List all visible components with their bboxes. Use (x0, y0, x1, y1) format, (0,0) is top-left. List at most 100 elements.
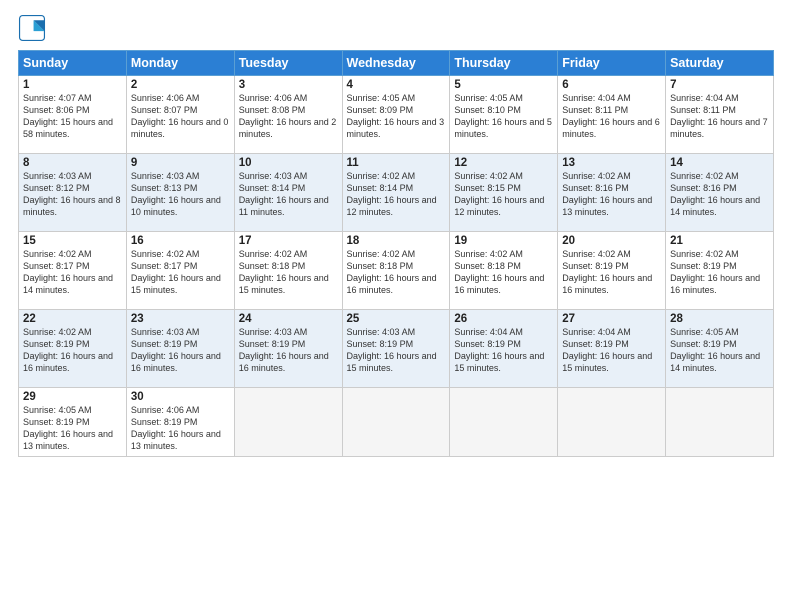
calendar-header-row: SundayMondayTuesdayWednesdayThursdayFrid… (19, 51, 774, 76)
weekday-header: Thursday (450, 51, 558, 76)
weekday-header: Sunday (19, 51, 127, 76)
calendar-day-cell: 20 Sunrise: 4:02 AMSunset: 8:19 PMDaylig… (558, 232, 666, 310)
calendar-day-cell: 26 Sunrise: 4:04 AMSunset: 8:19 PMDaylig… (450, 310, 558, 388)
day-info: Sunrise: 4:02 AMSunset: 8:18 PMDaylight:… (239, 249, 329, 295)
day-info: Sunrise: 4:02 AMSunset: 8:14 PMDaylight:… (347, 171, 437, 217)
day-info: Sunrise: 4:02 AMSunset: 8:15 PMDaylight:… (454, 171, 544, 217)
day-info: Sunrise: 4:04 AMSunset: 8:11 PMDaylight:… (670, 93, 768, 139)
day-info: Sunrise: 4:03 AMSunset: 8:19 PMDaylight:… (239, 327, 329, 373)
day-info: Sunrise: 4:03 AMSunset: 8:19 PMDaylight:… (347, 327, 437, 373)
calendar-day-cell (234, 388, 342, 457)
day-number: 15 (23, 235, 122, 247)
page: SundayMondayTuesdayWednesdayThursdayFrid… (0, 0, 792, 612)
calendar-week-row: 29 Sunrise: 4:05 AMSunset: 8:19 PMDaylig… (19, 388, 774, 457)
calendar-day-cell: 13 Sunrise: 4:02 AMSunset: 8:16 PMDaylig… (558, 154, 666, 232)
day-number: 27 (562, 313, 661, 325)
day-number: 12 (454, 157, 553, 169)
calendar-day-cell: 22 Sunrise: 4:02 AMSunset: 8:19 PMDaylig… (19, 310, 127, 388)
day-number: 26 (454, 313, 553, 325)
calendar-day-cell: 16 Sunrise: 4:02 AMSunset: 8:17 PMDaylig… (126, 232, 234, 310)
day-info: Sunrise: 4:06 AMSunset: 8:08 PMDaylight:… (239, 93, 337, 139)
calendar-table: SundayMondayTuesdayWednesdayThursdayFrid… (18, 50, 774, 457)
calendar-day-cell (558, 388, 666, 457)
calendar-day-cell: 5 Sunrise: 4:05 AMSunset: 8:10 PMDayligh… (450, 76, 558, 154)
calendar-day-cell (342, 388, 450, 457)
day-number: 29 (23, 391, 122, 403)
day-info: Sunrise: 4:02 AMSunset: 8:18 PMDaylight:… (454, 249, 544, 295)
day-number: 21 (670, 235, 769, 247)
day-info: Sunrise: 4:02 AMSunset: 8:16 PMDaylight:… (670, 171, 760, 217)
day-number: 11 (347, 157, 446, 169)
day-number: 7 (670, 79, 769, 91)
calendar-day-cell: 21 Sunrise: 4:02 AMSunset: 8:19 PMDaylig… (666, 232, 774, 310)
day-info: Sunrise: 4:04 AMSunset: 8:11 PMDaylight:… (562, 93, 660, 139)
calendar-day-cell: 17 Sunrise: 4:02 AMSunset: 8:18 PMDaylig… (234, 232, 342, 310)
weekday-header: Monday (126, 51, 234, 76)
day-info: Sunrise: 4:04 AMSunset: 8:19 PMDaylight:… (562, 327, 652, 373)
calendar-day-cell: 10 Sunrise: 4:03 AMSunset: 8:14 PMDaylig… (234, 154, 342, 232)
day-info: Sunrise: 4:02 AMSunset: 8:17 PMDaylight:… (131, 249, 221, 295)
day-info: Sunrise: 4:06 AMSunset: 8:07 PMDaylight:… (131, 93, 229, 139)
calendar-day-cell: 1 Sunrise: 4:07 AMSunset: 8:06 PMDayligh… (19, 76, 127, 154)
calendar-day-cell: 15 Sunrise: 4:02 AMSunset: 8:17 PMDaylig… (19, 232, 127, 310)
day-number: 1 (23, 79, 122, 91)
day-info: Sunrise: 4:05 AMSunset: 8:09 PMDaylight:… (347, 93, 445, 139)
day-info: Sunrise: 4:04 AMSunset: 8:19 PMDaylight:… (454, 327, 544, 373)
day-info: Sunrise: 4:03 AMSunset: 8:13 PMDaylight:… (131, 171, 221, 217)
calendar-day-cell: 6 Sunrise: 4:04 AMSunset: 8:11 PMDayligh… (558, 76, 666, 154)
day-info: Sunrise: 4:03 AMSunset: 8:12 PMDaylight:… (23, 171, 121, 217)
day-number: 18 (347, 235, 446, 247)
calendar-week-row: 22 Sunrise: 4:02 AMSunset: 8:19 PMDaylig… (19, 310, 774, 388)
calendar-day-cell: 28 Sunrise: 4:05 AMSunset: 8:19 PMDaylig… (666, 310, 774, 388)
day-info: Sunrise: 4:02 AMSunset: 8:19 PMDaylight:… (23, 327, 113, 373)
day-info: Sunrise: 4:03 AMSunset: 8:19 PMDaylight:… (131, 327, 221, 373)
calendar-day-cell: 30 Sunrise: 4:06 AMSunset: 8:19 PMDaylig… (126, 388, 234, 457)
header (18, 14, 774, 42)
day-info: Sunrise: 4:05 AMSunset: 8:19 PMDaylight:… (670, 327, 760, 373)
calendar-day-cell: 24 Sunrise: 4:03 AMSunset: 8:19 PMDaylig… (234, 310, 342, 388)
day-info: Sunrise: 4:02 AMSunset: 8:18 PMDaylight:… (347, 249, 437, 295)
day-number: 17 (239, 235, 338, 247)
calendar-day-cell: 7 Sunrise: 4:04 AMSunset: 8:11 PMDayligh… (666, 76, 774, 154)
day-info: Sunrise: 4:02 AMSunset: 8:19 PMDaylight:… (562, 249, 652, 295)
calendar-day-cell: 23 Sunrise: 4:03 AMSunset: 8:19 PMDaylig… (126, 310, 234, 388)
day-number: 13 (562, 157, 661, 169)
day-number: 22 (23, 313, 122, 325)
calendar-day-cell: 29 Sunrise: 4:05 AMSunset: 8:19 PMDaylig… (19, 388, 127, 457)
calendar-day-cell: 27 Sunrise: 4:04 AMSunset: 8:19 PMDaylig… (558, 310, 666, 388)
day-number: 14 (670, 157, 769, 169)
day-info: Sunrise: 4:02 AMSunset: 8:17 PMDaylight:… (23, 249, 113, 295)
weekday-header: Tuesday (234, 51, 342, 76)
day-number: 8 (23, 157, 122, 169)
day-info: Sunrise: 4:06 AMSunset: 8:19 PMDaylight:… (131, 405, 221, 451)
day-number: 24 (239, 313, 338, 325)
day-number: 19 (454, 235, 553, 247)
day-number: 25 (347, 313, 446, 325)
weekday-header: Saturday (666, 51, 774, 76)
calendar-day-cell: 19 Sunrise: 4:02 AMSunset: 8:18 PMDaylig… (450, 232, 558, 310)
day-number: 30 (131, 391, 230, 403)
calendar-day-cell: 25 Sunrise: 4:03 AMSunset: 8:19 PMDaylig… (342, 310, 450, 388)
calendar-day-cell: 12 Sunrise: 4:02 AMSunset: 8:15 PMDaylig… (450, 154, 558, 232)
day-info: Sunrise: 4:03 AMSunset: 8:14 PMDaylight:… (239, 171, 329, 217)
day-number: 23 (131, 313, 230, 325)
calendar-day-cell: 2 Sunrise: 4:06 AMSunset: 8:07 PMDayligh… (126, 76, 234, 154)
logo-icon (18, 14, 46, 42)
weekday-header: Friday (558, 51, 666, 76)
weekday-header: Wednesday (342, 51, 450, 76)
day-number: 6 (562, 79, 661, 91)
calendar-day-cell: 9 Sunrise: 4:03 AMSunset: 8:13 PMDayligh… (126, 154, 234, 232)
day-number: 28 (670, 313, 769, 325)
day-number: 2 (131, 79, 230, 91)
calendar-day-cell: 8 Sunrise: 4:03 AMSunset: 8:12 PMDayligh… (19, 154, 127, 232)
day-number: 5 (454, 79, 553, 91)
day-info: Sunrise: 4:02 AMSunset: 8:19 PMDaylight:… (670, 249, 760, 295)
day-number: 3 (239, 79, 338, 91)
calendar-day-cell: 11 Sunrise: 4:02 AMSunset: 8:14 PMDaylig… (342, 154, 450, 232)
day-number: 4 (347, 79, 446, 91)
calendar-week-row: 15 Sunrise: 4:02 AMSunset: 8:17 PMDaylig… (19, 232, 774, 310)
calendar-day-cell: 18 Sunrise: 4:02 AMSunset: 8:18 PMDaylig… (342, 232, 450, 310)
day-number: 20 (562, 235, 661, 247)
calendar-day-cell: 3 Sunrise: 4:06 AMSunset: 8:08 PMDayligh… (234, 76, 342, 154)
calendar-week-row: 1 Sunrise: 4:07 AMSunset: 8:06 PMDayligh… (19, 76, 774, 154)
